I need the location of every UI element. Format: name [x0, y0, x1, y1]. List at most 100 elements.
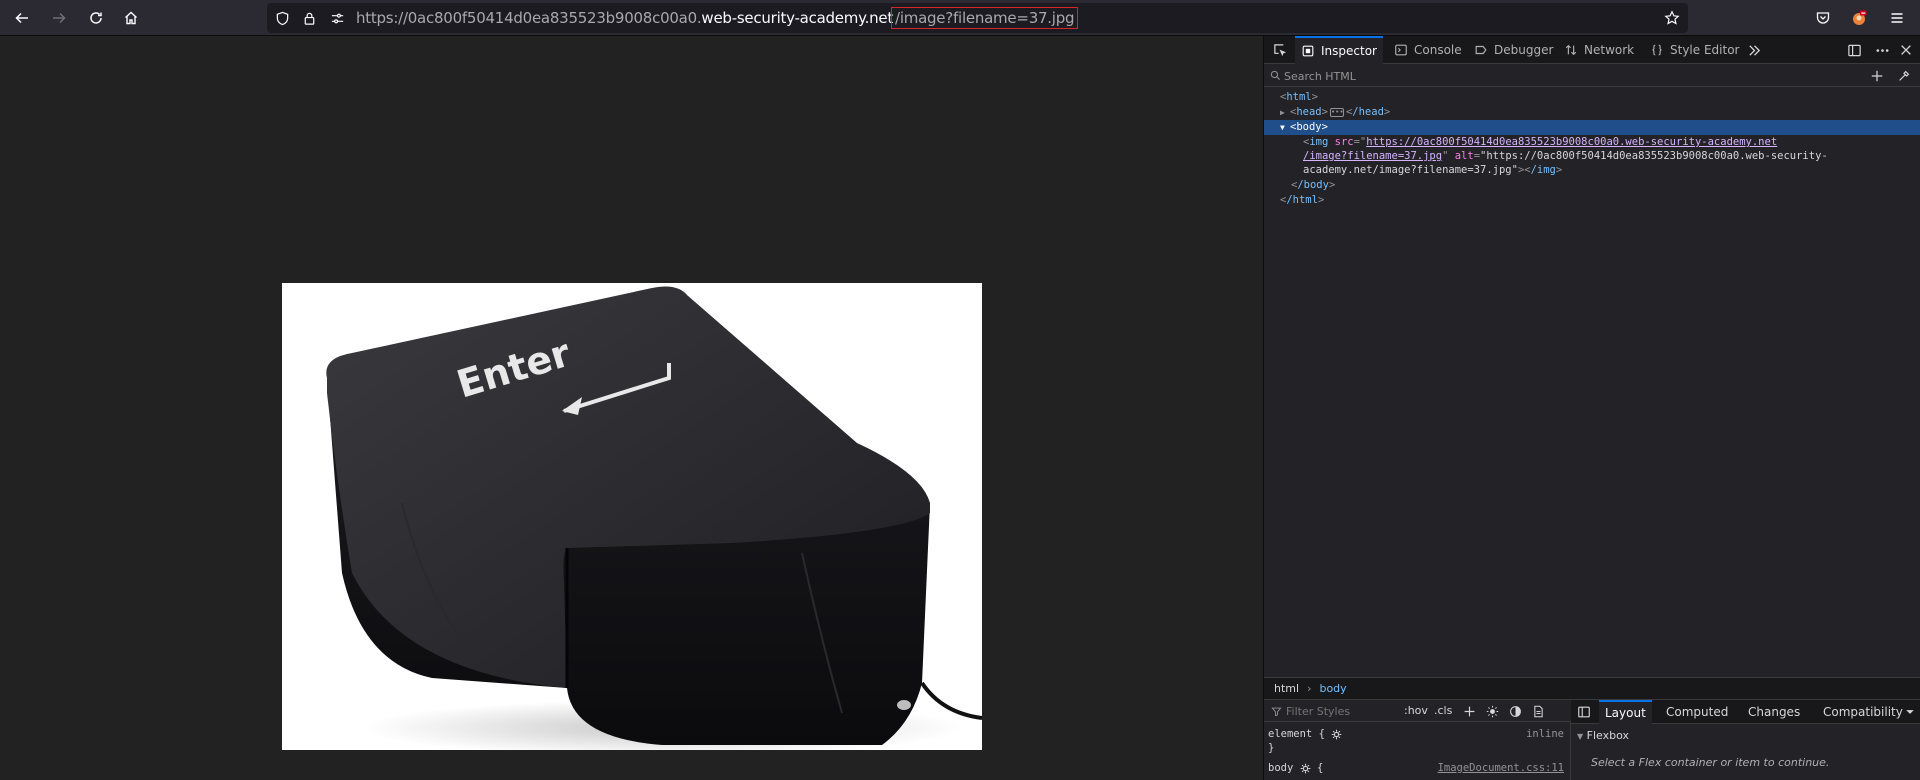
add-node-button[interactable]: [1869, 68, 1885, 84]
tab-changes[interactable]: Changes: [1742, 700, 1806, 724]
menu-button[interactable]: [1883, 4, 1911, 32]
src-link-cont[interactable]: /image?filename=37.jpg: [1303, 150, 1442, 162]
tab-style-editor[interactable]: Style Editor: [1644, 36, 1745, 64]
rules-toolbar: :hov .cls: [1264, 700, 1571, 722]
close-devtools-button[interactable]: [1898, 42, 1914, 58]
tab-computed[interactable]: Computed: [1660, 700, 1734, 724]
tag-name: html: [1286, 91, 1312, 103]
double-chevron-right-icon: [1748, 44, 1760, 56]
tracking-protection-icon[interactable]: [274, 10, 290, 26]
tab-label: Network: [1584, 43, 1635, 57]
tab-compatibility[interactable]: Compatibility: [1817, 700, 1909, 724]
markup-node-img[interactable]: <img src="https://0ac800f50414d0ea835523…: [1264, 135, 1920, 150]
element-rule-selector: element {: [1268, 728, 1342, 740]
more-tools-button[interactable]: [1746, 42, 1762, 58]
pocket-button[interactable]: [1809, 4, 1837, 32]
permissions-icon[interactable]: [329, 10, 345, 26]
filter-styles-input[interactable]: [1286, 703, 1396, 719]
console-icon: [1395, 44, 1407, 56]
back-button[interactable]: [8, 4, 36, 32]
reload-button[interactable]: [82, 4, 110, 32]
dark-scheme-icon[interactable]: [1509, 705, 1522, 718]
markup-node-head[interactable]: ▶ <head> ••• </head>: [1264, 105, 1920, 120]
collapsed-ellipsis-icon[interactable]: •••: [1329, 107, 1344, 117]
markup-node-body-close[interactable]: </body>: [1264, 178, 1920, 193]
markup-node-body-selected[interactable]: ▼ <body>: [1264, 120, 1920, 135]
markup-node-html[interactable]: <html>: [1264, 90, 1920, 105]
plus-icon: [1871, 70, 1883, 82]
rule-brace: {: [1316, 762, 1324, 774]
tag-name: /html: [1286, 194, 1318, 206]
tag-name: img: [1309, 136, 1329, 148]
element-picker-button[interactable]: [1272, 42, 1288, 58]
rules-pane: :hov .cls element { inline } body { Imag…: [1264, 699, 1571, 780]
rule-selector: element {: [1268, 728, 1325, 740]
tab-layout[interactable]: Layout: [1599, 700, 1652, 724]
alt-value-cont: academy.net/image?filename=37.jpg": [1303, 164, 1518, 176]
tab-label: Debugger: [1494, 43, 1554, 57]
tab-label: Style Editor: [1670, 43, 1740, 57]
devtools-options-button[interactable]: [1874, 42, 1890, 58]
account-avatar-icon: [1853, 10, 1867, 25]
stylesheet-source-link[interactable]: ImageDocument.css:11: [1438, 762, 1564, 774]
dock-side-icon: [1847, 44, 1861, 56]
markup-node-img-cont2[interactable]: academy.net/image?filename=37.jpg"></img…: [1264, 163, 1920, 178]
inline-source-label: inline: [1526, 728, 1564, 740]
sidebar-toggle-icon[interactable]: [1577, 705, 1591, 719]
url-prefix: https://0ac800f50414d0ea835523b9008c00a0…: [356, 9, 702, 27]
markup-node-html-close[interactable]: </html>: [1264, 193, 1920, 208]
tab-inspector[interactable]: Inspector: [1295, 36, 1383, 64]
breadcrumb-body[interactable]: body: [1319, 682, 1346, 695]
eyedropper-button[interactable]: [1896, 68, 1912, 84]
more-options-icon: [1876, 48, 1888, 52]
account-button[interactable]: [1845, 4, 1873, 32]
attr-name: alt: [1454, 150, 1474, 162]
lock-icon[interactable]: [301, 10, 317, 26]
address-bar[interactable]: https://0ac800f50414d0ea835523b9008c00a0…: [267, 3, 1688, 33]
flexbox-section-header[interactable]: ▼ Flexbox: [1577, 729, 1629, 742]
gear-icon[interactable]: [1331, 729, 1342, 740]
collapse-twisty-icon[interactable]: ▼: [1280, 120, 1290, 135]
image-viewer: Enter: [0, 36, 1263, 780]
url-text[interactable]: https://0ac800f50414d0ea835523b9008c00a0…: [356, 7, 1079, 29]
cls-toggle[interactable]: .cls: [1434, 704, 1452, 717]
style-editor-icon: [1652, 44, 1662, 56]
chevron-down-icon[interactable]: [1905, 707, 1915, 717]
tab-debugger[interactable]: Debugger: [1468, 36, 1559, 64]
devtools-panel: Inspector Console Debugger Network Style…: [1263, 36, 1920, 780]
tag-name: head: [1296, 106, 1322, 118]
src-link[interactable]: https://0ac800f50414d0ea835523b9008c00a0…: [1366, 136, 1777, 148]
bookmark-star-icon[interactable]: [1664, 10, 1680, 26]
dock-toggle-button[interactable]: [1846, 42, 1862, 58]
devtools-toolbar: Inspector Console Debugger Network Style…: [1264, 36, 1920, 64]
alt-value: "https://0ac800f50414d0ea835523b9008c00a…: [1480, 150, 1828, 162]
flexbox-hint: Select a Flex container or item to conti…: [1591, 756, 1830, 769]
search-html-bar: [1264, 65, 1920, 87]
breadcrumb-html[interactable]: html: [1274, 682, 1299, 695]
rule-selector: body: [1268, 762, 1294, 774]
expand-twisty-icon[interactable]: ▶: [1280, 105, 1290, 120]
tab-network[interactable]: Network: [1558, 36, 1640, 64]
markup-view: <html> ▶ <head> ••• </head> ▼ <body> <img sr…: [1264, 88, 1920, 678]
tag-name: /img: [1530, 164, 1556, 176]
network-icon: [1565, 44, 1577, 56]
section-title: Flexbox: [1586, 729, 1630, 742]
gear-icon[interactable]: [1300, 763, 1311, 774]
eyedropper-icon: [1899, 70, 1910, 81]
displayed-image: Enter: [282, 283, 982, 750]
forward-button[interactable]: [45, 4, 73, 32]
hov-toggle[interactable]: :hov: [1404, 704, 1428, 717]
back-arrow-icon: [15, 12, 28, 24]
home-button[interactable]: [117, 4, 145, 32]
url-host: web-security-academy.net: [701, 9, 894, 27]
light-scheme-icon[interactable]: [1486, 705, 1499, 718]
tab-console[interactable]: Console: [1388, 36, 1468, 64]
add-rule-icon[interactable]: [1463, 705, 1476, 718]
browser-toolbar: https://0ac800f50414d0ea835523b9008c00a0…: [0, 0, 1920, 36]
print-simulation-icon[interactable]: [1532, 705, 1545, 718]
sidebar-tabs: Layout Computed Changes Compatibility: [1571, 700, 1920, 724]
markup-node-img-cont[interactable]: /image?filename=37.jpg" alt="https://0ac…: [1264, 149, 1920, 164]
collapse-triangle-icon: ▼: [1577, 732, 1584, 741]
search-html-input[interactable]: [1284, 67, 1874, 85]
tag-name: /head: [1352, 106, 1384, 118]
